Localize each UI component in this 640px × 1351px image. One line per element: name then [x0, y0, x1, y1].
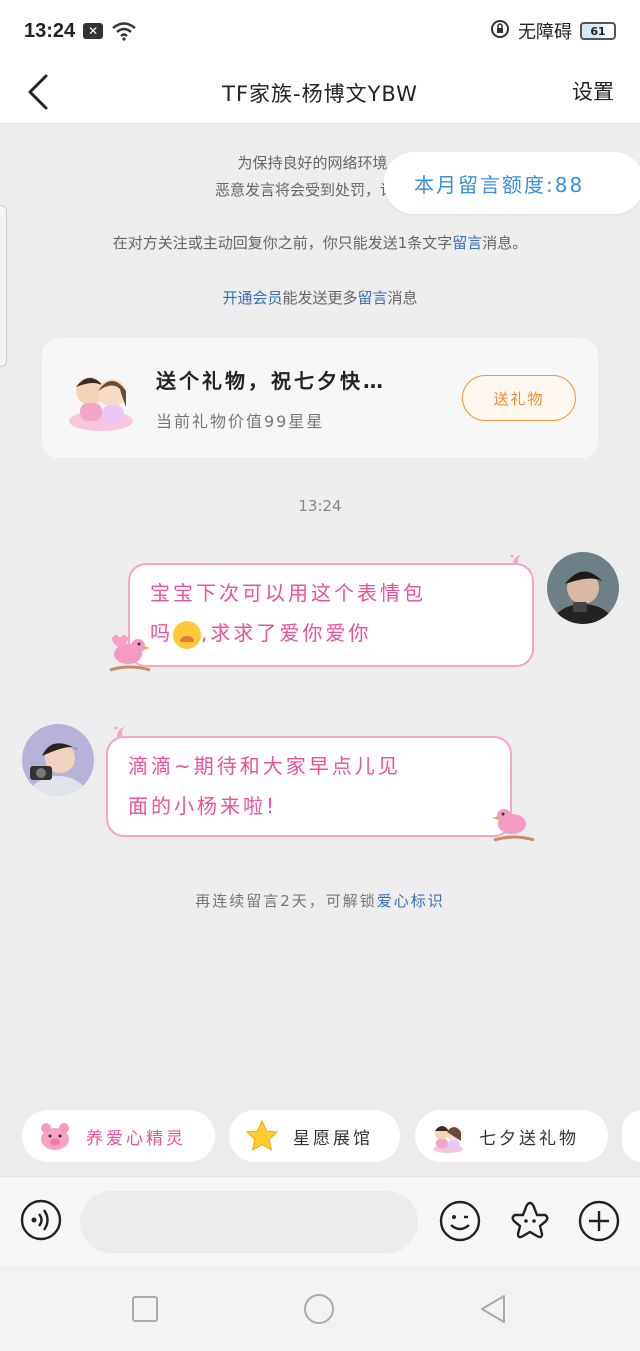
- plus-button[interactable]: [577, 1199, 621, 1243]
- couple-icon: [433, 1126, 463, 1153]
- shortcut-star-gallery[interactable]: 星愿展馆: [229, 1110, 400, 1162]
- message-timestamp: 13:24: [298, 497, 342, 515]
- message-text: 吗: [150, 621, 173, 645]
- star-sticker-button[interactable]: [508, 1199, 552, 1243]
- quota-badge: 本月留言额度:88: [384, 152, 640, 214]
- settings-button[interactable]: 设置: [572, 76, 614, 106]
- limit-tail: 消息。: [482, 234, 528, 252]
- status-time: 13:24: [24, 19, 76, 42]
- input-bar: [0, 1176, 640, 1266]
- unlock-hint: 再连续留言2天，可解锁爱心标识: [0, 890, 640, 911]
- my-avatar[interactable]: [547, 552, 619, 624]
- pleading-emoji-icon: [173, 620, 201, 649]
- message-line: 宝宝下次可以用这个表情包: [150, 581, 426, 605]
- message-line: 吗 ,求求了爱你爱你: [150, 613, 512, 653]
- vip-tail: 消息: [387, 289, 418, 307]
- bird-decoration-icon: [492, 809, 535, 842]
- star-icon: [245, 1119, 279, 1152]
- limit-text: 在对方关注或主动回复你之前，你只能发送1条文字: [112, 234, 453, 252]
- gift-subtitle: 当前礼物价值99星星: [156, 411, 325, 431]
- side-drawer-handle[interactable]: [0, 205, 7, 367]
- gift-title: 送个礼物，祝七夕快…: [156, 368, 386, 393]
- contact-avatar[interactable]: [22, 724, 94, 796]
- vip-link[interactable]: 开通会员: [222, 289, 282, 307]
- vip-highlight: 留言: [357, 289, 388, 307]
- voice-input-button[interactable]: [20, 1199, 62, 1241]
- message-bubble-received[interactable]: 滴滴~期待和大家早点儿见 面的小杨来啦!: [106, 736, 512, 837]
- shortcut-bar: 养爱心精灵 星愿展馆 七夕送礼物: [0, 1110, 640, 1164]
- back-button[interactable]: [18, 68, 58, 116]
- shortcut-more[interactable]: [622, 1110, 640, 1162]
- message-line: 面的小杨来啦!: [128, 794, 278, 818]
- battery-icon: 61: [580, 22, 616, 40]
- heart-badge-link[interactable]: 爱心标识: [377, 892, 445, 910]
- page-title: TF家族-杨博文YBW: [222, 81, 418, 106]
- bird-decoration-icon: [109, 635, 151, 672]
- chevron-left-icon: [28, 74, 48, 110]
- recent-apps-button[interactable]: [128, 1292, 162, 1326]
- home-button[interactable]: [302, 1292, 336, 1326]
- message-line: 滴滴~期待和大家早点儿见: [128, 754, 401, 778]
- message-input[interactable]: [80, 1191, 418, 1253]
- pink-pig-icon: [41, 1123, 69, 1150]
- status-bar: 13:24 ✕ 无障碍 61: [0, 0, 640, 62]
- chip-label: 七夕送礼物: [479, 1128, 579, 1149]
- system-nav-bar: [0, 1266, 640, 1351]
- send-gift-button[interactable]: 送礼物: [462, 375, 576, 421]
- avatar-image: [22, 724, 94, 796]
- couple-gift-icon: [69, 377, 133, 431]
- notice-vip: 开通会员能发送更多留言消息: [20, 285, 620, 312]
- message-text: ,求求了爱你爱你: [201, 621, 372, 645]
- back-nav-button[interactable]: [476, 1292, 510, 1326]
- chat-header: TF家族-杨博文YBW 设置: [0, 62, 640, 124]
- notification-icon: ✕: [83, 23, 104, 39]
- wifi-icon: [111, 21, 137, 41]
- shortcut-heart-sprite[interactable]: 养爱心精灵: [22, 1110, 215, 1162]
- accessibility-label: 无障碍: [518, 22, 572, 43]
- message-bubble-sent[interactable]: 宝宝下次可以用这个表情包 吗 ,求求了爱你爱你: [128, 563, 534, 667]
- limit-highlight: 留言: [452, 234, 483, 252]
- accessibility-icon: [490, 19, 510, 44]
- chip-label: 星愿展馆: [293, 1128, 373, 1149]
- shortcut-qixi-gift[interactable]: 七夕送礼物: [415, 1110, 608, 1162]
- gift-card[interactable]: 送个礼物，祝七夕快… 当前礼物价值99星星 送礼物: [42, 338, 598, 458]
- vip-text: 能发送更多: [282, 289, 358, 307]
- chip-label: 养爱心精灵: [86, 1128, 186, 1149]
- unlock-hint-text: 再连续留言2天，可解锁: [195, 892, 377, 910]
- avatar-image: [547, 552, 619, 624]
- emoji-button[interactable]: [438, 1199, 482, 1243]
- notice-limit: 在对方关注或主动回复你之前，你只能发送1条文字留言消息。: [20, 230, 620, 257]
